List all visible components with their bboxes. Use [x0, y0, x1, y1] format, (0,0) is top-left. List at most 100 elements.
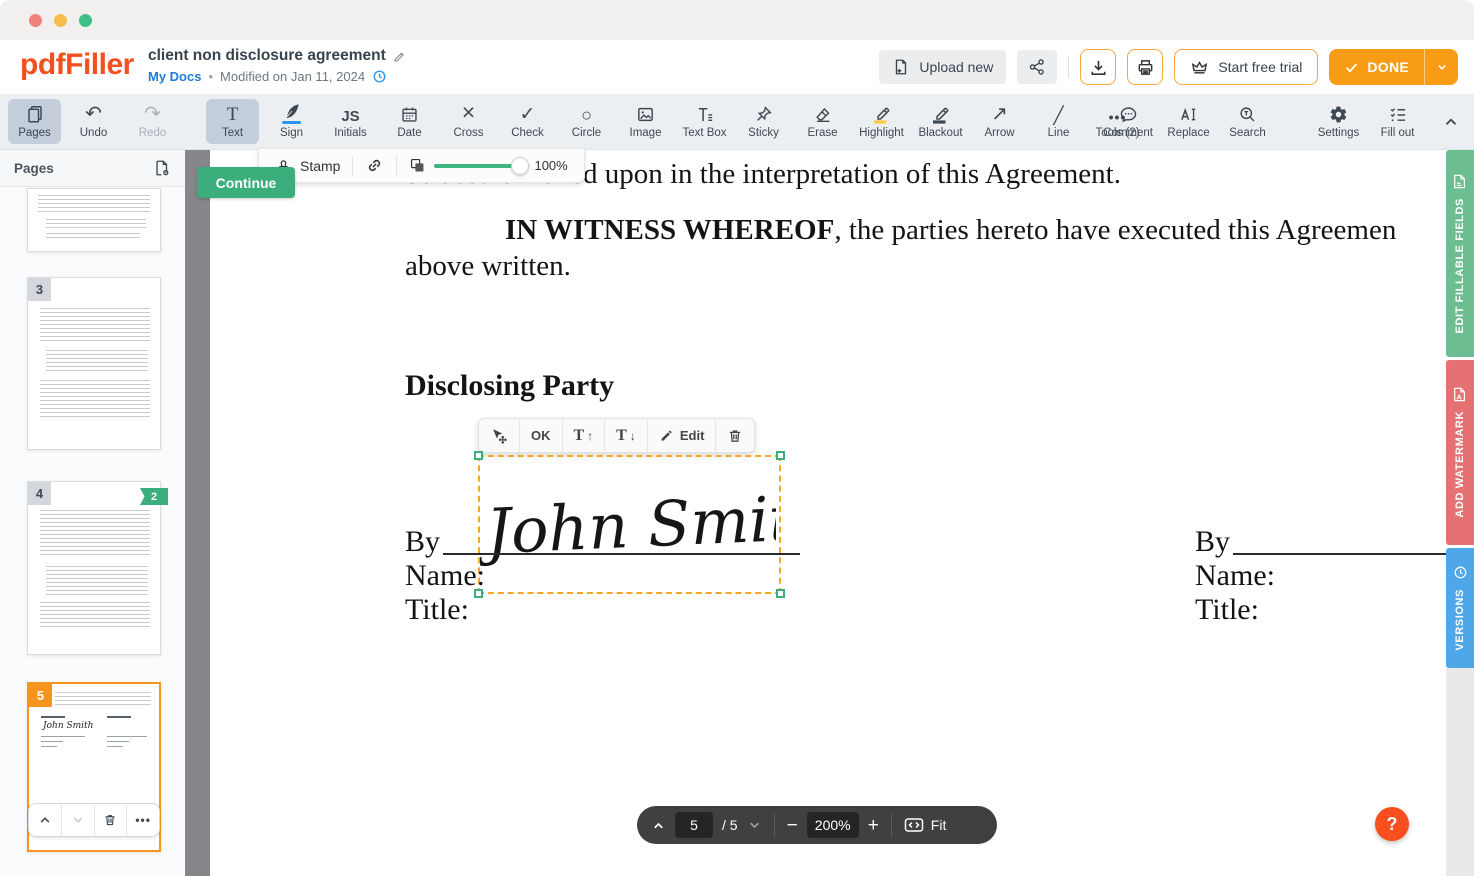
done-button[interactable]: DONE	[1329, 49, 1424, 85]
resize-handle-ne[interactable]	[776, 451, 785, 460]
erase-tool-button[interactable]: Erase	[796, 99, 849, 144]
check-tool-button[interactable]: ✓ Check	[501, 99, 554, 144]
opacity-slider[interactable]	[434, 164, 526, 168]
page-settings-icon[interactable]	[153, 159, 171, 177]
editor-toolbar: Pages ↶ Undo ↷ Redo T Text Sign JS	[0, 94, 1474, 150]
help-button[interactable]: ?	[1375, 807, 1409, 841]
edit-fillable-fields-tab[interactable]: EDIT FILLABLE FIELDS	[1446, 150, 1474, 357]
move-page-up-button[interactable]	[29, 804, 61, 836]
cross-icon: ×	[462, 104, 475, 124]
text-icon: T	[227, 104, 239, 124]
circle-tool-button[interactable]: ○ Circle	[560, 99, 613, 144]
signature-line-right	[1233, 553, 1446, 555]
undo-button[interactable]: ↶ Undo	[67, 99, 120, 144]
resize-handle-se[interactable]	[776, 589, 785, 598]
arrow-tool-button[interactable]: ↗ Arrow	[973, 99, 1026, 144]
date-tool-button[interactable]: Date	[383, 99, 436, 144]
opacity-icon	[409, 157, 426, 174]
edit-signature-button[interactable]: Edit	[647, 419, 716, 452]
eraser-icon	[813, 104, 832, 124]
collapse-toolbar-button[interactable]	[1442, 113, 1460, 131]
arrow-icon: ↗	[991, 104, 1008, 124]
page-number-badge: 5	[29, 684, 52, 707]
line-tool-button[interactable]: ╱ Line	[1032, 99, 1085, 144]
search-button[interactable]: Search	[1221, 99, 1274, 144]
delete-signature-button[interactable]	[715, 419, 754, 452]
text-tool-button[interactable]: T Text	[206, 99, 259, 144]
toolbar-main-group: T Text Sign JS Initials Date × Cross ✓	[206, 99, 1144, 144]
page-number-badge: 3	[28, 278, 51, 301]
resize-handle-nw[interactable]	[474, 451, 483, 460]
signature-ok-button[interactable]: OK	[519, 419, 562, 452]
sticky-tool-button[interactable]: Sticky	[737, 99, 790, 144]
initials-tool-button[interactable]: JS Initials	[324, 99, 377, 144]
settings-button[interactable]: Settings	[1312, 99, 1365, 144]
start-free-trial-button[interactable]: Start free trial	[1174, 49, 1318, 85]
page-thumbnail-5-selected[interactable]: 5 John Smith •••	[27, 682, 161, 852]
my-docs-link[interactable]: My Docs	[148, 69, 201, 84]
pdffiller-app: pdfFiller client non disclosure agreemen…	[0, 0, 1474, 876]
pdffiller-logo[interactable]: pdfFiller	[20, 48, 134, 82]
chevron-down-icon	[747, 818, 762, 833]
highlight-tool-button[interactable]: Highlight	[855, 99, 908, 144]
print-button[interactable]	[1127, 49, 1163, 85]
pages-icon	[25, 104, 45, 124]
link-button[interactable]	[353, 149, 396, 182]
pages-button[interactable]: Pages	[8, 99, 61, 144]
versions-tab[interactable]: VERSIONS	[1446, 548, 1474, 668]
page-more-options-button[interactable]: •••	[126, 804, 159, 836]
gear-icon	[1329, 104, 1348, 124]
thumbnail-actions-bar: •••	[28, 803, 160, 837]
text-box-tool-button[interactable]: Text Box	[678, 99, 731, 144]
trash-icon	[103, 813, 117, 827]
lower-text-button[interactable]: T↓	[604, 419, 647, 452]
add-watermark-tab[interactable]: ADD WATERMARK	[1446, 360, 1474, 545]
share-button[interactable]	[1017, 50, 1057, 84]
panel-gutter	[185, 150, 210, 876]
previous-page-button[interactable]	[651, 818, 666, 833]
sign-tool-button[interactable]: Sign	[265, 99, 318, 144]
page-thumbnail-4[interactable]: 4 2	[27, 481, 161, 655]
delete-page-button[interactable]	[94, 804, 127, 836]
edit-title-pencil-icon[interactable]	[393, 50, 406, 63]
history-clock-icon[interactable]	[372, 69, 387, 84]
raise-text-button[interactable]: T↑	[562, 419, 605, 452]
circle-icon: ○	[581, 104, 592, 124]
replace-text-icon	[1179, 104, 1199, 124]
name-label-left: Name:	[405, 559, 485, 593]
signature-selection-box[interactable]: John Smith	[478, 455, 781, 594]
continue-button[interactable]: Continue	[197, 167, 295, 198]
move-page-down-button[interactable]	[61, 804, 94, 836]
document-canvas[interactable]: be used or relied upon in the interpreta…	[210, 150, 1446, 876]
fillable-fields-count-flag: 2	[140, 488, 168, 505]
replace-button[interactable]: Replace	[1162, 99, 1215, 144]
close-window-icon[interactable]	[29, 14, 42, 27]
redo-button[interactable]: ↷ Redo	[126, 99, 179, 144]
page-number-badge: 4	[28, 482, 51, 505]
opacity-slider-handle[interactable]	[511, 157, 529, 175]
page-thumbnail-partial[interactable]	[27, 188, 161, 252]
done-button-group: DONE	[1329, 49, 1458, 85]
page-number-input[interactable]: 5	[675, 812, 713, 838]
move-signature-button[interactable]	[479, 419, 519, 452]
comment-button[interactable]: Comment	[1100, 99, 1156, 144]
fit-button[interactable]: Fit	[904, 817, 947, 833]
download-button[interactable]	[1080, 49, 1116, 85]
comment-bubble-icon	[1119, 104, 1138, 124]
by-label-left: By	[405, 525, 440, 559]
page-thumbnail-3[interactable]: 3	[27, 277, 161, 450]
zoom-level-input[interactable]: 200%	[807, 812, 859, 838]
done-dropdown-button[interactable]	[1424, 49, 1458, 85]
minimize-window-icon[interactable]	[54, 14, 67, 27]
next-page-button[interactable]	[747, 818, 762, 833]
cross-tool-button[interactable]: × Cross	[442, 99, 495, 144]
zoom-in-button[interactable]: +	[868, 816, 879, 835]
checkmark-icon: ✓	[520, 104, 536, 124]
blackout-tool-button[interactable]: Blackout	[914, 99, 967, 144]
blackout-marker-icon	[931, 104, 951, 124]
fill-out-button[interactable]: Fill out	[1371, 99, 1424, 144]
zoom-out-button[interactable]: −	[787, 816, 798, 835]
image-tool-button[interactable]: Image	[619, 99, 672, 144]
maximize-window-icon[interactable]	[79, 14, 92, 27]
upload-new-button[interactable]: Upload new	[879, 50, 1006, 84]
